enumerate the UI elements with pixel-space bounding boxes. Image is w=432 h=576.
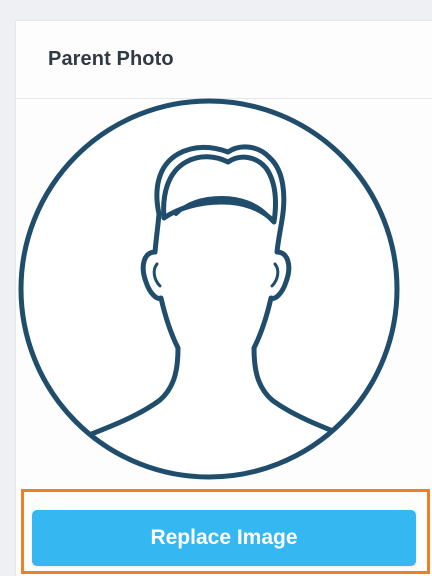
replace-image-button[interactable]: Replace Image [32,510,416,566]
user-placeholder-icon [18,98,400,480]
card-header: Parent Photo [16,21,432,99]
avatar [16,96,402,482]
card-title: Parent Photo [48,48,174,70]
page: Parent Photo Replace Image [0,0,432,576]
